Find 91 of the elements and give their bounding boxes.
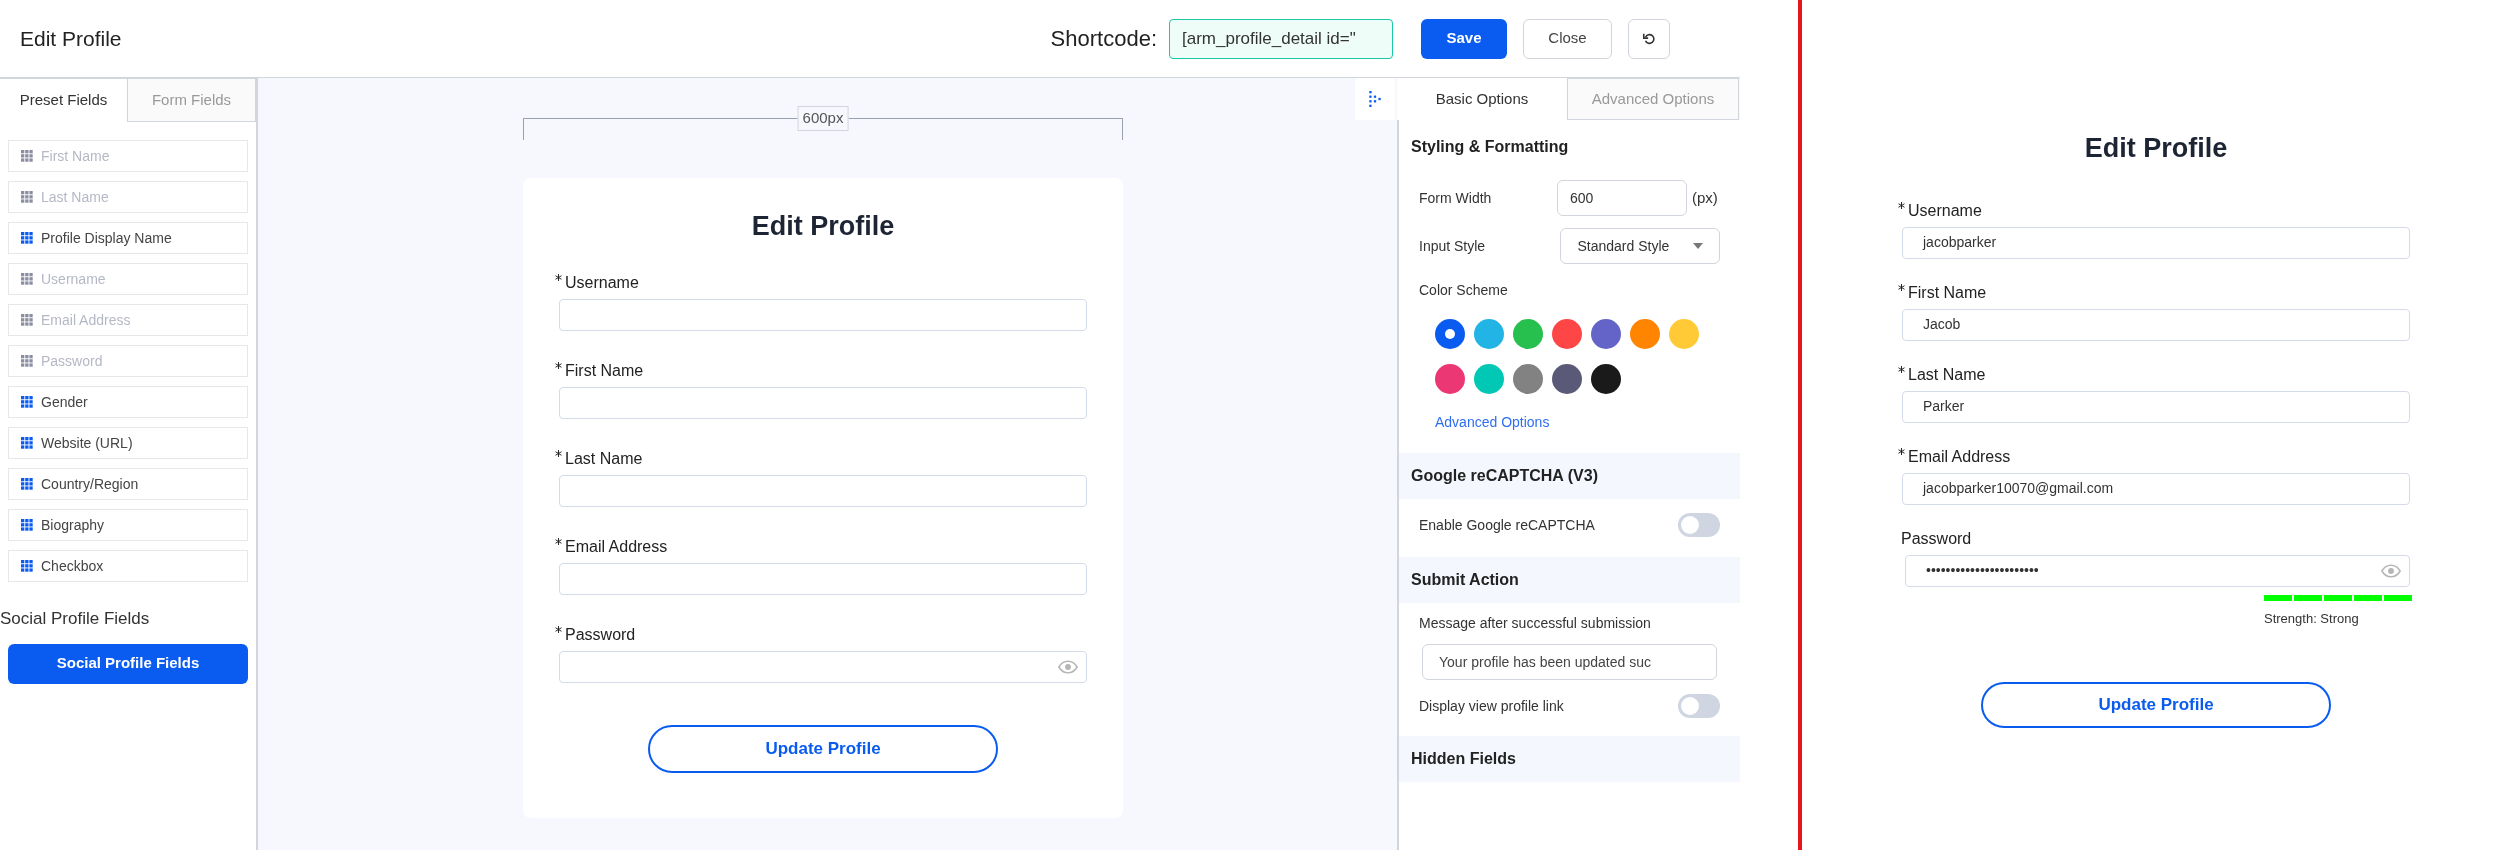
strength-label: Strength: Strong bbox=[2264, 609, 2360, 628]
input-field[interactable]: Parker bbox=[1902, 390, 2410, 423]
grid-icon bbox=[21, 314, 33, 326]
tab[interactable]: Basic Options bbox=[1397, 78, 1567, 120]
field-item: Last Name bbox=[8, 181, 248, 213]
field-item[interactable]: Profile Display Name bbox=[8, 222, 248, 254]
grid-icon bbox=[21, 560, 33, 572]
message-field[interactable]: Your profile has been updated suc bbox=[1422, 644, 1717, 680]
color-swatch[interactable] bbox=[1552, 319, 1582, 349]
field-label: Email Address bbox=[1908, 446, 2011, 467]
field-item: First Name bbox=[8, 140, 248, 172]
input-field[interactable]: jacobparker bbox=[1902, 226, 2410, 259]
shortcode-label: Shortcode: bbox=[1050, 25, 1157, 53]
eye-icon[interactable] bbox=[1058, 659, 1078, 674]
page-title: Edit Profile bbox=[20, 25, 122, 52]
password-field[interactable]: ••••••••••••••••••••••• bbox=[1905, 554, 2410, 587]
field-label: Enable Google reCAPTCHA bbox=[1419, 515, 1595, 535]
color-swatch[interactable] bbox=[1435, 319, 1465, 349]
input-field[interactable] bbox=[559, 298, 1087, 331]
section-heading: Hidden Fields bbox=[1399, 736, 1740, 782]
field-item: Username bbox=[8, 263, 248, 295]
form-width-field[interactable]: 600 bbox=[1557, 180, 1687, 216]
shortcode-field[interactable]: [arm_profile_detail id=" bbox=[1169, 18, 1393, 59]
save-button[interactable]: Save bbox=[1421, 18, 1507, 59]
password-field[interactable] bbox=[559, 650, 1087, 683]
social-profile-fields-button[interactable]: Social Profile Fields bbox=[8, 643, 248, 684]
field-label: Password bbox=[565, 624, 636, 645]
input-field[interactable]: jacobparker10070@gmail.com bbox=[1902, 472, 2410, 505]
grid-icon bbox=[21, 396, 33, 408]
update-profile-button[interactable]: Update Profile bbox=[648, 724, 998, 773]
field-label: First Name bbox=[565, 360, 644, 381]
field-item[interactable]: Gender bbox=[8, 386, 248, 418]
section-heading: Google reCAPTCHA (V3) bbox=[1399, 453, 1740, 499]
caret-icon bbox=[1693, 243, 1703, 249]
grid-icon bbox=[21, 150, 33, 162]
field-label: Display view profile link bbox=[1419, 696, 1564, 716]
panel-toggle-icon[interactable] bbox=[1355, 78, 1395, 120]
toggle-switch[interactable] bbox=[1678, 513, 1720, 537]
color-swatch[interactable] bbox=[1630, 319, 1660, 349]
section-heading: Social Profile Fields bbox=[0, 608, 151, 630]
close-button[interactable]: Close bbox=[1523, 18, 1612, 59]
color-swatch[interactable] bbox=[1552, 364, 1582, 394]
field-item: Email Address bbox=[8, 304, 248, 336]
unit-label: (px) bbox=[1692, 187, 1718, 208]
update-profile-button[interactable]: Update Profile bbox=[1981, 682, 2331, 728]
field-label: Form Width bbox=[1419, 188, 1493, 208]
field-label: Email Address bbox=[565, 536, 668, 557]
form-title: Edit Profile bbox=[750, 210, 896, 243]
field-item[interactable]: Website (URL) bbox=[8, 427, 248, 459]
field-label: Password bbox=[1901, 528, 1972, 549]
field-label: Message after successful submission bbox=[1418, 614, 1652, 633]
color-swatch[interactable] bbox=[1513, 319, 1543, 349]
grid-icon bbox=[21, 355, 33, 367]
color-swatch[interactable] bbox=[1474, 319, 1504, 349]
grid-icon bbox=[21, 232, 33, 244]
color-swatch[interactable] bbox=[1591, 319, 1621, 349]
color-swatch[interactable] bbox=[1669, 319, 1699, 349]
field-label: Last Name bbox=[565, 448, 643, 469]
field-item[interactable]: Country/Region bbox=[8, 468, 248, 500]
color-swatch[interactable] bbox=[1435, 364, 1465, 394]
grid-icon bbox=[21, 519, 33, 531]
field-item: Password bbox=[8, 345, 248, 377]
color-swatch[interactable] bbox=[1513, 364, 1543, 394]
input-field[interactable] bbox=[559, 562, 1087, 595]
reset-button[interactable] bbox=[1628, 18, 1670, 59]
section-heading: Submit Action bbox=[1399, 557, 1740, 603]
eye-icon[interactable] bbox=[2381, 563, 2401, 578]
field-label: Color Scheme bbox=[1418, 281, 1509, 300]
input-field[interactable] bbox=[559, 386, 1087, 419]
toggle-switch[interactable] bbox=[1678, 694, 1720, 718]
reset-icon bbox=[1642, 31, 1656, 46]
input-style-dropdown[interactable]: Standard Style bbox=[1560, 228, 1720, 264]
input-field[interactable]: Jacob bbox=[1902, 308, 2410, 341]
field-item[interactable]: Biography bbox=[8, 509, 248, 541]
grid-icon bbox=[21, 273, 33, 285]
field-label: Input Style bbox=[1419, 236, 1487, 256]
field-item[interactable]: Checkbox bbox=[8, 550, 248, 582]
field-label: Last Name bbox=[1908, 364, 1986, 385]
form-title: Edit Profile bbox=[2084, 132, 2228, 165]
input-field[interactable] bbox=[559, 474, 1087, 507]
grid-icon bbox=[21, 437, 33, 449]
grid-icon bbox=[21, 191, 33, 203]
section-heading: Styling & Formatting bbox=[1410, 137, 1570, 157]
field-label: Username bbox=[1908, 200, 1982, 221]
grid-icon bbox=[21, 478, 33, 490]
advanced-options-link[interactable]: Advanced Options bbox=[1435, 412, 1550, 433]
field-label: First Name bbox=[1908, 282, 1987, 303]
color-swatch[interactable] bbox=[1591, 364, 1621, 394]
field-label: Username bbox=[565, 272, 639, 293]
color-swatch[interactable] bbox=[1474, 364, 1504, 394]
width-label: 600px bbox=[797, 106, 849, 131]
